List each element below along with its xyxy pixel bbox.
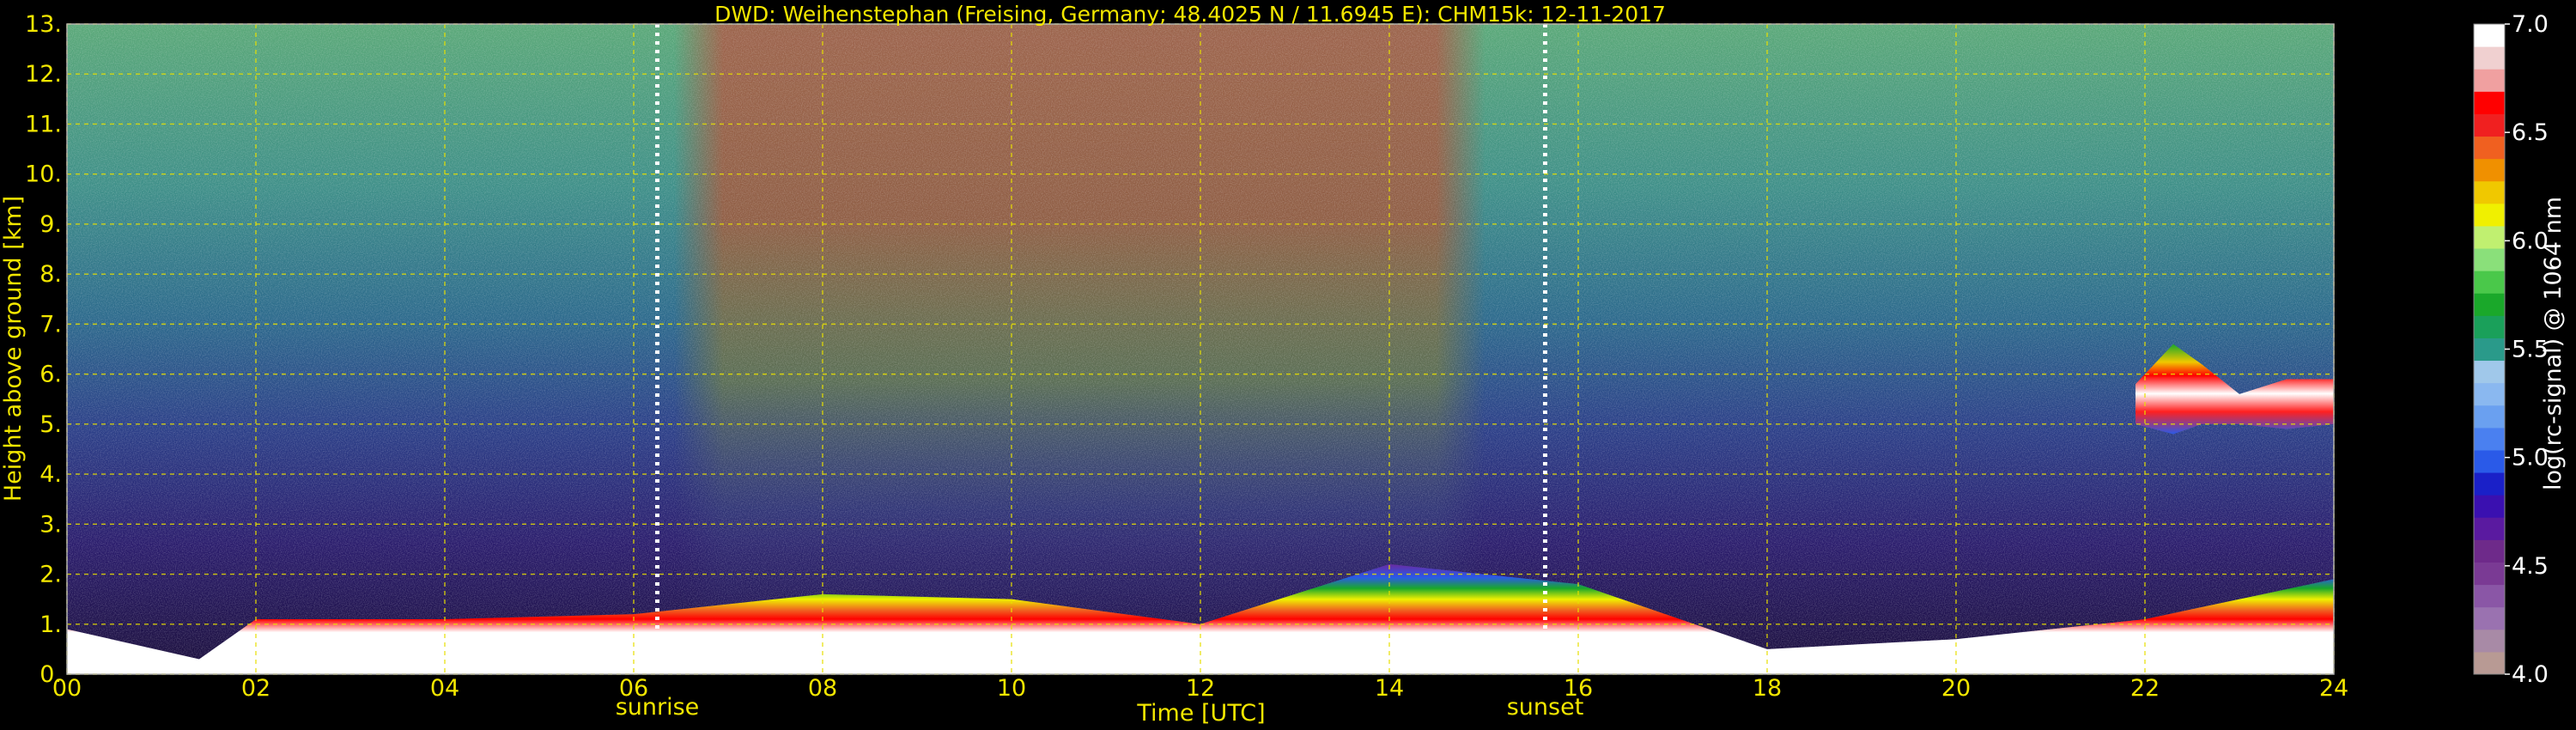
colorbar-tick-label: 6.5 [2512,119,2549,146]
y-tick-label: 4. [39,461,62,488]
colorbar-segment [2474,539,2505,563]
colorbar-segment [2474,315,2505,338]
colorbar-segment [2474,158,2505,182]
colorbar-segment [2474,46,2505,70]
x-tick-label: 22 [2130,675,2160,702]
x-tick-label: 18 [1753,675,1782,702]
x-tick-label: 16 [1564,675,1593,702]
colorbar-tick-label: 7.0 [2512,11,2549,38]
colorbar-segment [2474,405,2505,429]
colorbar-segment [2474,271,2505,294]
colorbar-segment [2474,248,2505,271]
y-tick-label: 0. [39,661,62,688]
colorbar-segment [2474,584,2505,608]
chart-svg: sunrise sunset00 02 04 06 08 10 12 14 16 18 20 22 240… [0,2,2567,727]
x-tick-label: 06 [619,675,648,702]
x-tick-label: 08 [808,675,837,702]
colorbar-segment [2474,293,2505,316]
colorbar-segment [2474,472,2505,496]
y-tick-label: 8. [39,261,62,288]
colorbar-segment [2474,136,2505,160]
colorbar-segment [2474,651,2505,675]
x-tick-label: 24 [2319,675,2348,702]
chart-title: DWD: Weihenstephan (Freising, Germany; 4… [714,2,1666,27]
colorbar-tick-label: 4.5 [2512,553,2549,580]
x-tick-label: 14 [1375,675,1404,702]
y-tick-label: 13. [25,11,62,38]
y-tick-label: 6. [39,362,62,388]
y-tick-label: 10. [25,161,62,188]
colorbar-segment [2474,562,2505,586]
colorbar-segment [2474,24,2505,47]
colorbar-segment [2474,360,2505,384]
colorbar-segment [2474,180,2505,204]
x-tick-label: 04 [430,675,459,702]
y-tick-label: 12. [25,61,62,88]
y-tick-label: 2. [39,562,62,588]
colorbar-segment [2474,113,2505,137]
colorbar-label: log(rc-signal) @ 1064 nm [2540,197,2567,490]
colorbar-segment [2474,225,2505,249]
colorbar-segment [2474,69,2505,92]
y-tick-label: 5. [39,411,62,438]
colorbar-segment [2474,606,2505,630]
colorbar-segment [2474,517,2505,540]
x-tick-label: 20 [1941,675,1971,702]
x-tick-label: 12 [1186,675,1215,702]
colorbar-segment [2474,427,2505,451]
y-axis-label: Height above ground [km] [0,196,27,502]
y-tick-label: 1. [39,611,62,638]
ceilometer-chart: sunrise sunset 00 02 04 06 08 10 12 14 16 18 20 22 24 0… [0,0,2576,730]
colorbar-segment [2474,495,2505,518]
y-tick-label: 7. [39,311,62,338]
y-tick-label: 3. [39,511,62,538]
colorbar-segment [2474,338,2505,362]
colorbar-segment [2474,203,2505,227]
colorbar-segment [2474,629,2505,653]
x-axis-label: Time [UTC] [1136,700,1265,727]
y-tick-label: 9. [39,211,62,238]
colorbar-segment [2474,382,2505,406]
colorbar-tick-label: 4.0 [2512,661,2549,688]
colorbar: 4.04.55.05.56.06.57.0 [2473,11,2549,688]
x-tick-label: 02 [241,675,270,702]
colorbar-segment [2474,449,2505,473]
y-tick-label: 11. [25,111,62,137]
x-tick-label: 10 [997,675,1026,702]
colorbar-segment [2474,91,2505,114]
